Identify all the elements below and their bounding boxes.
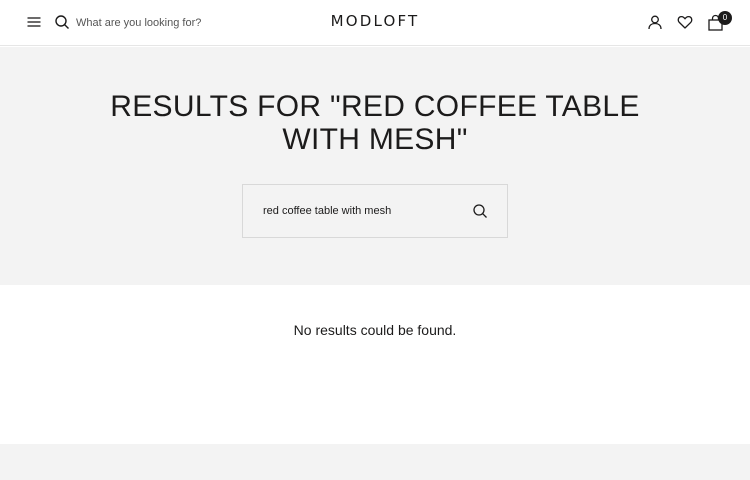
page-title: RESULTS FOR "RED COFFEE TABLE WITH MESH"	[110, 90, 640, 156]
site-logo[interactable]: MODLOFT	[275, 12, 475, 30]
heart-icon[interactable]	[677, 14, 693, 30]
cart-count-badge: 0	[718, 11, 732, 25]
footer-band	[0, 444, 750, 480]
search-icon[interactable]	[54, 14, 70, 30]
search-form	[242, 184, 508, 238]
header-search-input[interactable]	[76, 14, 276, 32]
empty-results-message: No results could be found.	[293, 322, 457, 338]
user-icon[interactable]	[647, 14, 663, 30]
search-results-hero: RESULTS FOR "RED COFFEE TABLE WITH MESH"	[0, 47, 750, 285]
hamburger-menu-icon[interactable]	[26, 14, 42, 30]
search-input[interactable]	[263, 202, 463, 220]
search-icon[interactable]	[472, 203, 488, 219]
site-header: MODLOFT 0	[0, 0, 750, 46]
